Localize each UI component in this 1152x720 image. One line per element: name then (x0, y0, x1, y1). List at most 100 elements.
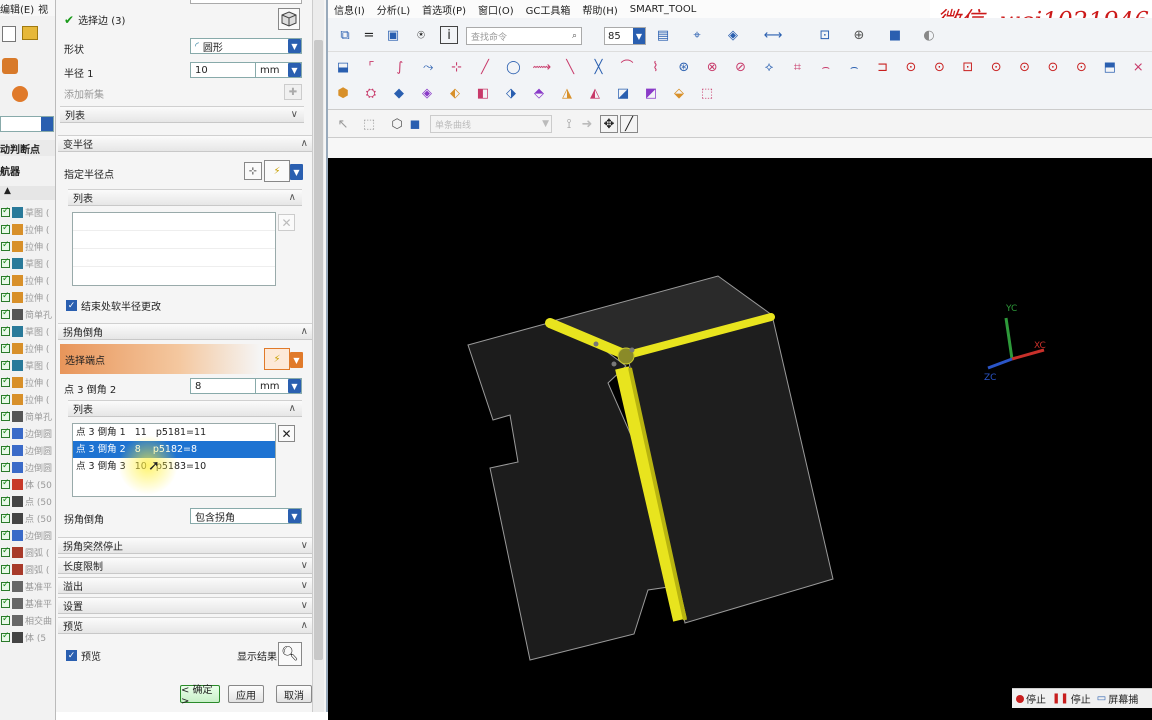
list-section-header[interactable]: 列表 ∨ (60, 106, 304, 123)
setback-point[interactable] (611, 361, 617, 367)
nav-feature-item[interactable]: 简单孔 (0, 408, 55, 425)
nav-feature-item[interactable]: 草图 ( (0, 323, 55, 340)
nav-feature-item[interactable]: 点 (50 (0, 510, 55, 527)
hole-icon[interactable]: ◧ (474, 84, 492, 102)
feature-visible-checkbox[interactable] (1, 274, 10, 285)
nav-feature-item[interactable]: 圆弧 ( (0, 561, 55, 578)
setback-list-item[interactable]: 点 3 倒角 1 11 p5181=11 (73, 424, 275, 441)
nav-feature-item[interactable]: 拉伸 ( (0, 272, 55, 289)
chamfer-icon[interactable]: ⟿ (532, 58, 551, 76)
nav-filter-select[interactable] (0, 116, 54, 132)
pause-button[interactable]: ❚❚ 停止 (1052, 691, 1091, 706)
nav-feature-item[interactable]: 边倒圆 (0, 425, 55, 442)
circle-arc-icon[interactable]: ◯ (504, 58, 522, 76)
open-folder-icon[interactable] (22, 26, 38, 40)
circle2-icon[interactable]: ⊙ (930, 58, 948, 76)
fillet-icon[interactable]: ⌒ (618, 58, 636, 76)
menu-edit[interactable]: 编辑(E) (0, 1, 34, 16)
nav-feature-item[interactable]: 边倒圆 (0, 527, 55, 544)
offset-icon[interactable]: ⤳ (419, 58, 437, 76)
layer-icon[interactable]: ▤ (654, 26, 672, 44)
orient-icon[interactable]: ⊕ (850, 26, 868, 44)
overflow-header[interactable]: 溢出 ∨ (58, 577, 314, 594)
menu-item[interactable]: GC工具箱 (520, 2, 577, 17)
feature-visible-checkbox[interactable] (1, 325, 10, 336)
end-point-dropdown-arrow[interactable]: ▼ (290, 352, 303, 368)
nav-feature-item[interactable]: 相交曲 (0, 612, 55, 629)
trim-icon[interactable]: ╳ (590, 58, 608, 76)
trim-body-icon[interactable]: ⬖ (446, 84, 464, 102)
spline-icon[interactable]: ∫ (391, 58, 409, 76)
preview-checkbox[interactable]: ✓ (66, 650, 77, 661)
nav-feature-item[interactable]: 简单孔 (0, 306, 55, 323)
offset-face-icon[interactable]: ◮ (558, 84, 576, 102)
settings-icon[interactable] (12, 86, 28, 102)
circle3-icon[interactable]: ⊙ (987, 58, 1005, 76)
new-file-icon[interactable] (2, 26, 16, 42)
feature-visible-checkbox[interactable] (1, 512, 10, 523)
line2-icon[interactable]: ╲ (561, 58, 579, 76)
circle6-icon[interactable]: ⊙ (1072, 58, 1090, 76)
nav-feature-item[interactable]: 草图 ( (0, 255, 55, 272)
feature-visible-checkbox[interactable] (1, 546, 10, 557)
screen-capture-button[interactable]: ▭ 屏幕捕 (1097, 691, 1138, 706)
select-end-point-row[interactable]: 选择端点 (60, 344, 260, 374)
nav-feature-item[interactable]: 体 (5 (0, 629, 55, 646)
render-style-icon[interactable]: ■ (886, 26, 904, 44)
feature-visible-checkbox[interactable] (1, 359, 10, 370)
length-limit-header[interactable]: 长度限制 ∨ (58, 557, 314, 574)
show-result-button[interactable]: 🔍︎ (278, 642, 302, 666)
blend-icon[interactable]: ◆ (390, 84, 408, 102)
remove-setback-button[interactable]: ✕ (278, 425, 295, 442)
unite-icon[interactable]: ◭ (586, 84, 604, 102)
add-set-button[interactable]: ✚ (284, 84, 302, 100)
corner-stop-header[interactable]: 拐角突然停止 ∨ (58, 537, 314, 554)
fit-view-icon[interactable]: ⊡ (816, 26, 834, 44)
nav-feature-item[interactable]: 圆弧 ( (0, 544, 55, 561)
extrude-icon[interactable]: ⬢ (334, 84, 352, 102)
draft-icon[interactable]: ⬘ (530, 84, 548, 102)
intersect-icon[interactable]: ◩ (642, 84, 660, 102)
3d-solid-icon[interactable]: ⬡ (388, 115, 406, 133)
point-snap-button[interactable]: ⚡ (264, 160, 290, 182)
square-circle-icon[interactable]: ⊡ (959, 58, 977, 76)
graphics-viewport[interactable]: YC XC ZC (328, 158, 1152, 720)
nav-feature-item[interactable]: 草图 ( (0, 357, 55, 374)
shape-dropdown-arrow[interactable]: ▼ (288, 39, 301, 53)
setback-point[interactable] (593, 341, 599, 347)
edge-select-cube-button[interactable] (278, 8, 300, 30)
selection-arrow-icon[interactable]: ↖ (334, 115, 352, 133)
corner-setback-dropdown-arrow[interactable]: ▼ (288, 509, 301, 523)
corner-setback-select[interactable]: 包含拐角 (190, 508, 302, 524)
sketch-icon[interactable]: ⬓ (334, 58, 352, 76)
grid-icon[interactable]: ⌗ (788, 58, 806, 76)
cube2-icon[interactable]: ⬒ (1101, 58, 1119, 76)
dialog-scrollbar[interactable] (312, 0, 324, 712)
shade-icon[interactable]: ◐ (920, 26, 938, 44)
point-icon[interactable]: ⊹ (448, 58, 466, 76)
nav-feature-item[interactable]: 拉伸 ( (0, 238, 55, 255)
menu-item[interactable]: 信息(I) (328, 2, 371, 17)
nav-feature-item[interactable]: 拉伸 ( (0, 391, 55, 408)
menu-item[interactable]: 分析(L) (371, 2, 416, 17)
preview-row[interactable]: ✓ 预览 (66, 648, 101, 663)
menu-item[interactable]: 首选项(P) (416, 2, 472, 17)
radius-points-list[interactable] (72, 212, 276, 286)
menu-item[interactable]: 帮助(H) (576, 2, 623, 17)
feature-visible-checkbox[interactable] (1, 597, 10, 608)
nav-feature-item[interactable]: 拉伸 ( (0, 221, 55, 238)
cancel-button[interactable]: 取消 (276, 685, 312, 703)
arrow-right-icon[interactable]: ➜ (578, 115, 596, 133)
equals-icon[interactable]: = (360, 26, 378, 44)
menu-view[interactable]: 视 (38, 1, 48, 16)
nav-feature-item[interactable]: 边倒圆 (0, 442, 55, 459)
feature-visible-checkbox[interactable] (1, 631, 10, 642)
point-setback-input[interactable]: 8 (190, 378, 256, 394)
nav-feature-item[interactable]: 基准平 (0, 578, 55, 595)
feature-visible-checkbox[interactable] (1, 495, 10, 506)
snap-dropdown-arrow[interactable]: ▼ (290, 164, 303, 180)
feature-visible-checkbox[interactable] (1, 478, 10, 489)
feature-visible-checkbox[interactable] (1, 291, 10, 302)
feature-visible-checkbox[interactable] (1, 427, 10, 438)
remove-radius-point-button[interactable]: ✕ (278, 214, 295, 231)
